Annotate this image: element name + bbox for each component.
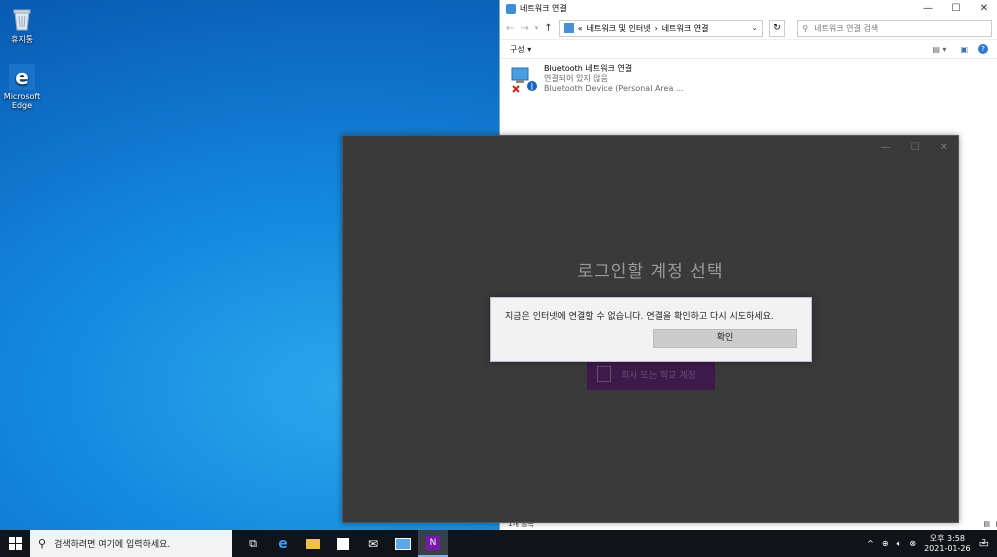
help-icon[interactable]: ?: [978, 44, 988, 54]
control-panel-icon: [563, 23, 574, 33]
folder-icon: [306, 538, 320, 549]
clock-time: 오후 3:58: [929, 533, 965, 543]
system-tray: ^ ⊕ 🔈︎ ⊗ 오후 3:58 2021-01-26 ▭ 2: [867, 530, 997, 557]
details-view-icon[interactable]: ▤: [983, 518, 990, 530]
connection-status: 연결되어 있지 않음: [544, 74, 608, 83]
minimize-button[interactable]: —: [914, 3, 942, 14]
taskbar-store-button[interactable]: [328, 530, 358, 557]
connection-name: Bluetooth 네트워크 연결: [544, 64, 633, 73]
taskbar-file-explorer-button[interactable]: [298, 530, 328, 557]
taskbar: ⚲ 검색하려면 여기에 입력하세요. ⧉ e ✉ N ^ ⊕ 🔈︎ ⊗ 오후 3…: [0, 530, 997, 557]
window-title: 네트워크 연결: [520, 4, 567, 13]
account-button-label: 회사 또는 학교 계정: [621, 370, 696, 381]
close-button[interactable]: ✕: [970, 3, 997, 14]
network-adapter-icon: ᛒ: [510, 64, 538, 94]
svg-text:ᛒ: ᛒ: [530, 82, 535, 91]
address-row: ← → ▾ ↑ « 네트워크 및 인터넷 › 네트워크 연결 ⌄ ↻ ⚲ 네트워…: [500, 17, 997, 39]
refresh-button[interactable]: ↻: [768, 19, 786, 37]
forward-arrow-icon[interactable]: →: [520, 23, 528, 34]
bluetooth-network-connection-item[interactable]: ᛒ Bluetooth 네트워크 연결 연결되어 있지 않음 Bluetooth…: [510, 64, 684, 94]
up-arrow-icon[interactable]: ↑: [544, 23, 552, 34]
refresh-icon: ↻: [773, 22, 781, 33]
chevron-down-icon[interactable]: ⌄: [752, 24, 758, 32]
view-options-icon[interactable]: ▤ ▾: [932, 45, 946, 54]
search-icon: ⚲: [38, 537, 47, 550]
close-button[interactable]: ✕: [940, 142, 948, 153]
edge-icon: e: [9, 64, 35, 90]
desktop-icon-recycle-bin[interactable]: 휴지통: [0, 6, 44, 45]
search-icon: ⚲: [802, 23, 809, 33]
store-icon: [337, 537, 349, 550]
recent-dropdown-icon[interactable]: ▾: [535, 24, 539, 32]
preview-pane-icon[interactable]: ▣: [960, 45, 968, 54]
taskbar-edge-button[interactable]: e: [268, 530, 298, 557]
task-view-icon: ⧉: [249, 536, 257, 550]
breadcrumb-item[interactable]: 네트워크 연결: [662, 23, 709, 34]
breadcrumb-prefix: «: [577, 23, 583, 33]
search-input[interactable]: ⚲ 네트워크 연결 검색: [797, 19, 992, 37]
clock-date: 2021-01-26: [924, 543, 971, 553]
maximize-button[interactable]: ☐: [942, 3, 970, 14]
onenote-icon: N: [426, 535, 440, 550]
address-bar[interactable]: « 네트워크 및 인터넷 › 네트워크 연결 ⌄: [558, 19, 763, 37]
taskbar-search-box[interactable]: ⚲ 검색하려면 여기에 입력하세요.: [30, 530, 232, 557]
network-globe-icon[interactable]: ⊕: [882, 539, 889, 548]
recycle-bin-icon: [9, 6, 35, 32]
windows-logo-icon: [8, 537, 22, 550]
explorer-titlebar: 네트워크 연결 — ☐ ✕: [500, 0, 997, 17]
start-button[interactable]: [0, 530, 30, 557]
taskbar-mail-button[interactable]: ✉: [358, 530, 388, 557]
minimize-button[interactable]: —: [881, 142, 891, 153]
svg-text:e: e: [15, 65, 29, 89]
network-folder-icon: [506, 3, 516, 14]
desktop-icon-edge[interactable]: e Microsoft Edge: [0, 64, 44, 110]
notification-count: 2: [981, 538, 987, 546]
taskbar-onenote-button[interactable]: N: [418, 530, 448, 557]
desktop-icon-label: 휴지통: [10, 35, 34, 44]
alert-message: 지금은 인터넷에 연결할 수 없습니다. 연결을 확인하고 다시 시도하세요.: [505, 312, 774, 322]
control-panel-icon: [395, 537, 411, 550]
breadcrumb-item[interactable]: 네트워크 및 인터넷: [587, 23, 651, 34]
command-bar: 구성 ▾ ▤ ▾ ▣ ?: [500, 39, 997, 59]
dialog-heading: 로그인할 계정 선택: [577, 262, 724, 282]
organize-button[interactable]: 구성 ▾: [510, 44, 531, 55]
task-view-button[interactable]: ⧉: [238, 530, 268, 557]
clock[interactable]: 오후 3:58 2021-01-26: [924, 534, 971, 554]
connection-error-alert: 지금은 인터넷에 연결할 수 없습니다. 연결을 확인하고 다시 시도하세요. …: [490, 297, 812, 362]
person-badge-icon: [597, 366, 611, 382]
chevron-right-icon: ›: [654, 23, 658, 33]
taskbar-control-panel-button[interactable]: [388, 530, 418, 557]
maximize-button[interactable]: ☐: [911, 142, 920, 153]
notification-center-button[interactable]: ▭ 2: [979, 537, 989, 550]
connection-device: Bluetooth Device (Personal Area ...: [544, 84, 684, 93]
volume-icon[interactable]: 🔈︎: [897, 539, 902, 549]
mail-icon: ✉: [367, 536, 379, 551]
work-or-school-account-button[interactable]: 회사 또는 학교 계정: [587, 358, 715, 390]
ime-icon[interactable]: ⊗: [909, 539, 916, 548]
edge-icon: e: [278, 535, 288, 552]
desktop-icon-label: Microsoft Edge: [3, 92, 41, 110]
search-placeholder: 네트워크 연결 검색: [814, 23, 879, 33]
taskbar-search-placeholder: 검색하려면 여기에 입력하세요.: [54, 540, 171, 550]
ok-button[interactable]: 확인: [653, 329, 797, 348]
show-hidden-icons-button[interactable]: ^: [867, 539, 874, 548]
organize-label: 구성: [510, 44, 525, 54]
back-arrow-icon[interactable]: ←: [506, 23, 514, 34]
